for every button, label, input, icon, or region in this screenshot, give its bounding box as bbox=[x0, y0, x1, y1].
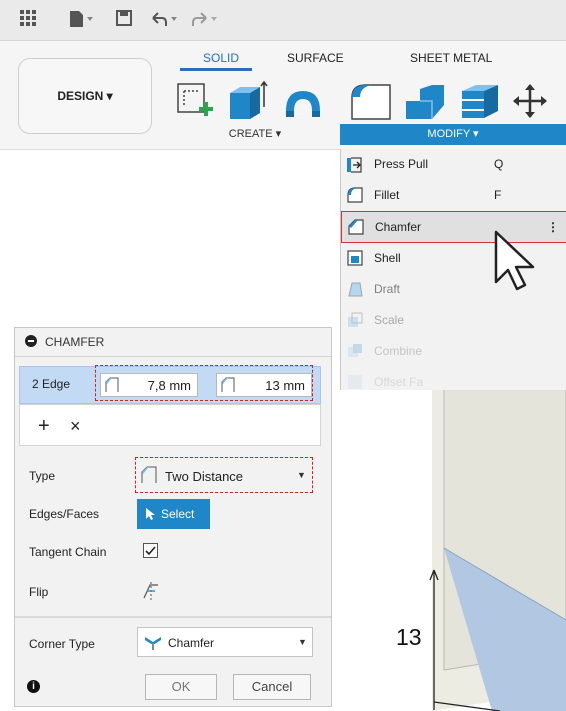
file-icon[interactable] bbox=[69, 10, 95, 34]
edge-list-area: + × bbox=[19, 404, 321, 446]
scale-icon bbox=[347, 312, 363, 328]
flip-icon[interactable] bbox=[141, 579, 161, 604]
press-pull-tool-icon[interactable] bbox=[350, 81, 394, 124]
edge-label: Edge bbox=[42, 377, 71, 391]
shell-tool-icon[interactable] bbox=[458, 81, 502, 124]
tangent-chain-label: Tangent Chain bbox=[29, 545, 107, 559]
info-icon[interactable]: i bbox=[27, 680, 40, 693]
type-label: Type bbox=[29, 469, 56, 483]
menu-item-offset-face[interactable]: Offset Fa bbox=[341, 367, 566, 390]
cancel-button[interactable]: Cancel bbox=[233, 674, 311, 700]
flip-label: Flip bbox=[29, 585, 49, 599]
dialog-title: CHAMFER bbox=[45, 335, 105, 349]
active-tab-underline bbox=[180, 68, 252, 71]
modify-menu-button[interactable]: MODIFY ▾ bbox=[340, 124, 566, 145]
tab-sheet-metal[interactable]: SHEET METAL bbox=[410, 51, 492, 65]
type-highlight bbox=[135, 457, 313, 493]
corner-type-label: Corner Type bbox=[29, 637, 95, 651]
corner-chamfer-icon bbox=[144, 634, 162, 653]
create-sketch-icon[interactable] bbox=[172, 81, 218, 124]
edge-count: 2 bbox=[32, 377, 39, 391]
chamfer-tool-icon[interactable] bbox=[404, 81, 448, 124]
ok-button[interactable]: OK bbox=[145, 674, 217, 700]
dimension-arrows bbox=[429, 569, 501, 711]
distances-highlight bbox=[95, 365, 313, 401]
extrude-icon[interactable] bbox=[226, 79, 268, 126]
add-edge-button[interactable]: + bbox=[38, 416, 50, 436]
edges-faces-label: Edges/Faces bbox=[29, 507, 100, 521]
mouse-cursor bbox=[494, 230, 535, 291]
menu-item-press-pull[interactable]: Press Pull Q bbox=[341, 149, 566, 180]
menu-item-scale[interactable]: Scale bbox=[341, 305, 566, 336]
shell-icon bbox=[347, 250, 363, 266]
divider bbox=[15, 616, 331, 618]
draft-icon bbox=[347, 281, 363, 297]
tab-solid[interactable]: SOLID bbox=[203, 51, 239, 65]
save-icon[interactable] bbox=[116, 10, 132, 32]
more-options-icon[interactable]: ⋮ bbox=[547, 220, 559, 234]
chamfer-dialog: CHAMFER 2 Edge 7,8 mm 13 mm + × Type Two… bbox=[14, 327, 332, 707]
create-menu-label[interactable]: CREATE ▾ bbox=[180, 127, 330, 140]
ribbon: DESIGN ▾ SOLID SURFACE SHEET METAL CREAT… bbox=[0, 41, 566, 150]
combine-icon bbox=[347, 343, 363, 359]
tangent-chain-checkbox[interactable] bbox=[143, 543, 158, 558]
tab-surface[interactable]: SURFACE bbox=[287, 51, 344, 65]
pointer-icon bbox=[145, 507, 157, 524]
dialog-header: CHAMFER bbox=[15, 328, 331, 357]
quick-access-toolbar bbox=[0, 0, 566, 41]
select-button[interactable]: Select bbox=[137, 499, 210, 529]
menu-item-combine[interactable]: Combine bbox=[341, 336, 566, 367]
workspace-design-button[interactable]: DESIGN ▾ bbox=[18, 58, 152, 134]
dimension-label: 13 bbox=[396, 624, 422, 650]
menu-item-fillet[interactable]: Fillet F bbox=[341, 180, 566, 211]
grid-icon[interactable] bbox=[20, 10, 36, 32]
fillet-icon bbox=[347, 187, 363, 203]
revolve-icon[interactable] bbox=[280, 81, 326, 124]
redo-icon[interactable] bbox=[190, 10, 220, 34]
press-pull-icon bbox=[347, 156, 363, 173]
undo-icon[interactable] bbox=[150, 10, 180, 34]
corner-type-dropdown[interactable]: Chamfer ▼ bbox=[137, 627, 313, 657]
remove-edge-button[interactable]: × bbox=[70, 417, 81, 435]
move-tool-icon[interactable] bbox=[510, 83, 550, 122]
chamfer-icon bbox=[348, 219, 364, 235]
collapse-icon[interactable] bbox=[25, 335, 37, 347]
offset-face-icon bbox=[347, 374, 363, 390]
chevron-down-icon: ▼ bbox=[298, 637, 307, 647]
